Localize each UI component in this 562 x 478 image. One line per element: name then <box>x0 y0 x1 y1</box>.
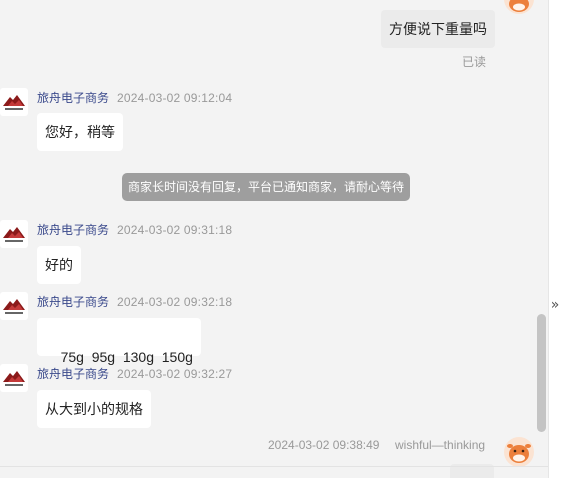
scrollbar-thumb[interactable] <box>537 314 546 432</box>
side-panel-rail <box>548 0 562 478</box>
message-time: 2024-03-02 09:32:18 <box>117 295 233 309</box>
message-time: 2024-03-02 09:38:49 <box>268 438 380 452</box>
input-divider <box>0 466 548 467</box>
system-notice: 商家长时间没有回复，平台已通知商家，请耐心等待 <box>122 173 410 201</box>
sender-name: 旅舟电子商务 <box>37 295 110 309</box>
shop-avatar[interactable] <box>0 220 28 248</box>
cow-avatar-icon <box>504 437 534 467</box>
cow-avatar-icon <box>504 0 534 14</box>
message-text: 方便说下重量吗 <box>389 21 487 37</box>
shop-avatar[interactable] <box>0 292 28 320</box>
sender-name: 旅舟电子商务 <box>37 223 110 237</box>
user-avatar[interactable] <box>504 0 534 14</box>
shop-logo-icon <box>3 95 25 110</box>
message-text: 75g 95g 130g 150g <box>60 349 193 365</box>
message-time: 2024-03-02 09:31:18 <box>117 223 233 237</box>
message-text: 从大到小的规格 <box>45 401 143 417</box>
message-text: 好的 <box>45 257 73 273</box>
my-message-bubble: 方便说下重量吗 <box>381 10 495 48</box>
shop-message-bubble: 您好，稍等 <box>37 113 123 151</box>
shop-logo-icon <box>3 299 25 314</box>
shop-logo-icon <box>3 371 25 386</box>
read-status: 已读 <box>462 55 487 69</box>
sender-name: 旅舟电子商务 <box>37 367 110 381</box>
message-time: 2024-03-02 09:12:04 <box>117 91 233 105</box>
sender-name: 旅舟电子商务 <box>37 91 110 105</box>
shop-message-bubble: 好的 <box>37 246 81 284</box>
message-text: 您好，稍等 <box>45 124 115 140</box>
shop-message-bubble: 75g 95g 130g 150g <box>37 318 201 365</box>
shop-message-bubble: 从大到小的规格 <box>37 390 151 428</box>
message-time: 2024-03-02 09:32:27 <box>117 367 233 381</box>
shop-avatar[interactable] <box>0 88 28 116</box>
double-chevron-right-icon[interactable]: » <box>549 297 561 313</box>
shop-avatar[interactable] <box>0 364 28 392</box>
user-avatar[interactable] <box>504 437 534 467</box>
chat-message-area: 方便说下重量吗 已读 旅舟电子商务 2024-03-02 09:12:04 您好… <box>0 0 548 478</box>
user-name: wishful—thinking <box>395 438 486 452</box>
shop-logo-icon <box>3 227 25 242</box>
